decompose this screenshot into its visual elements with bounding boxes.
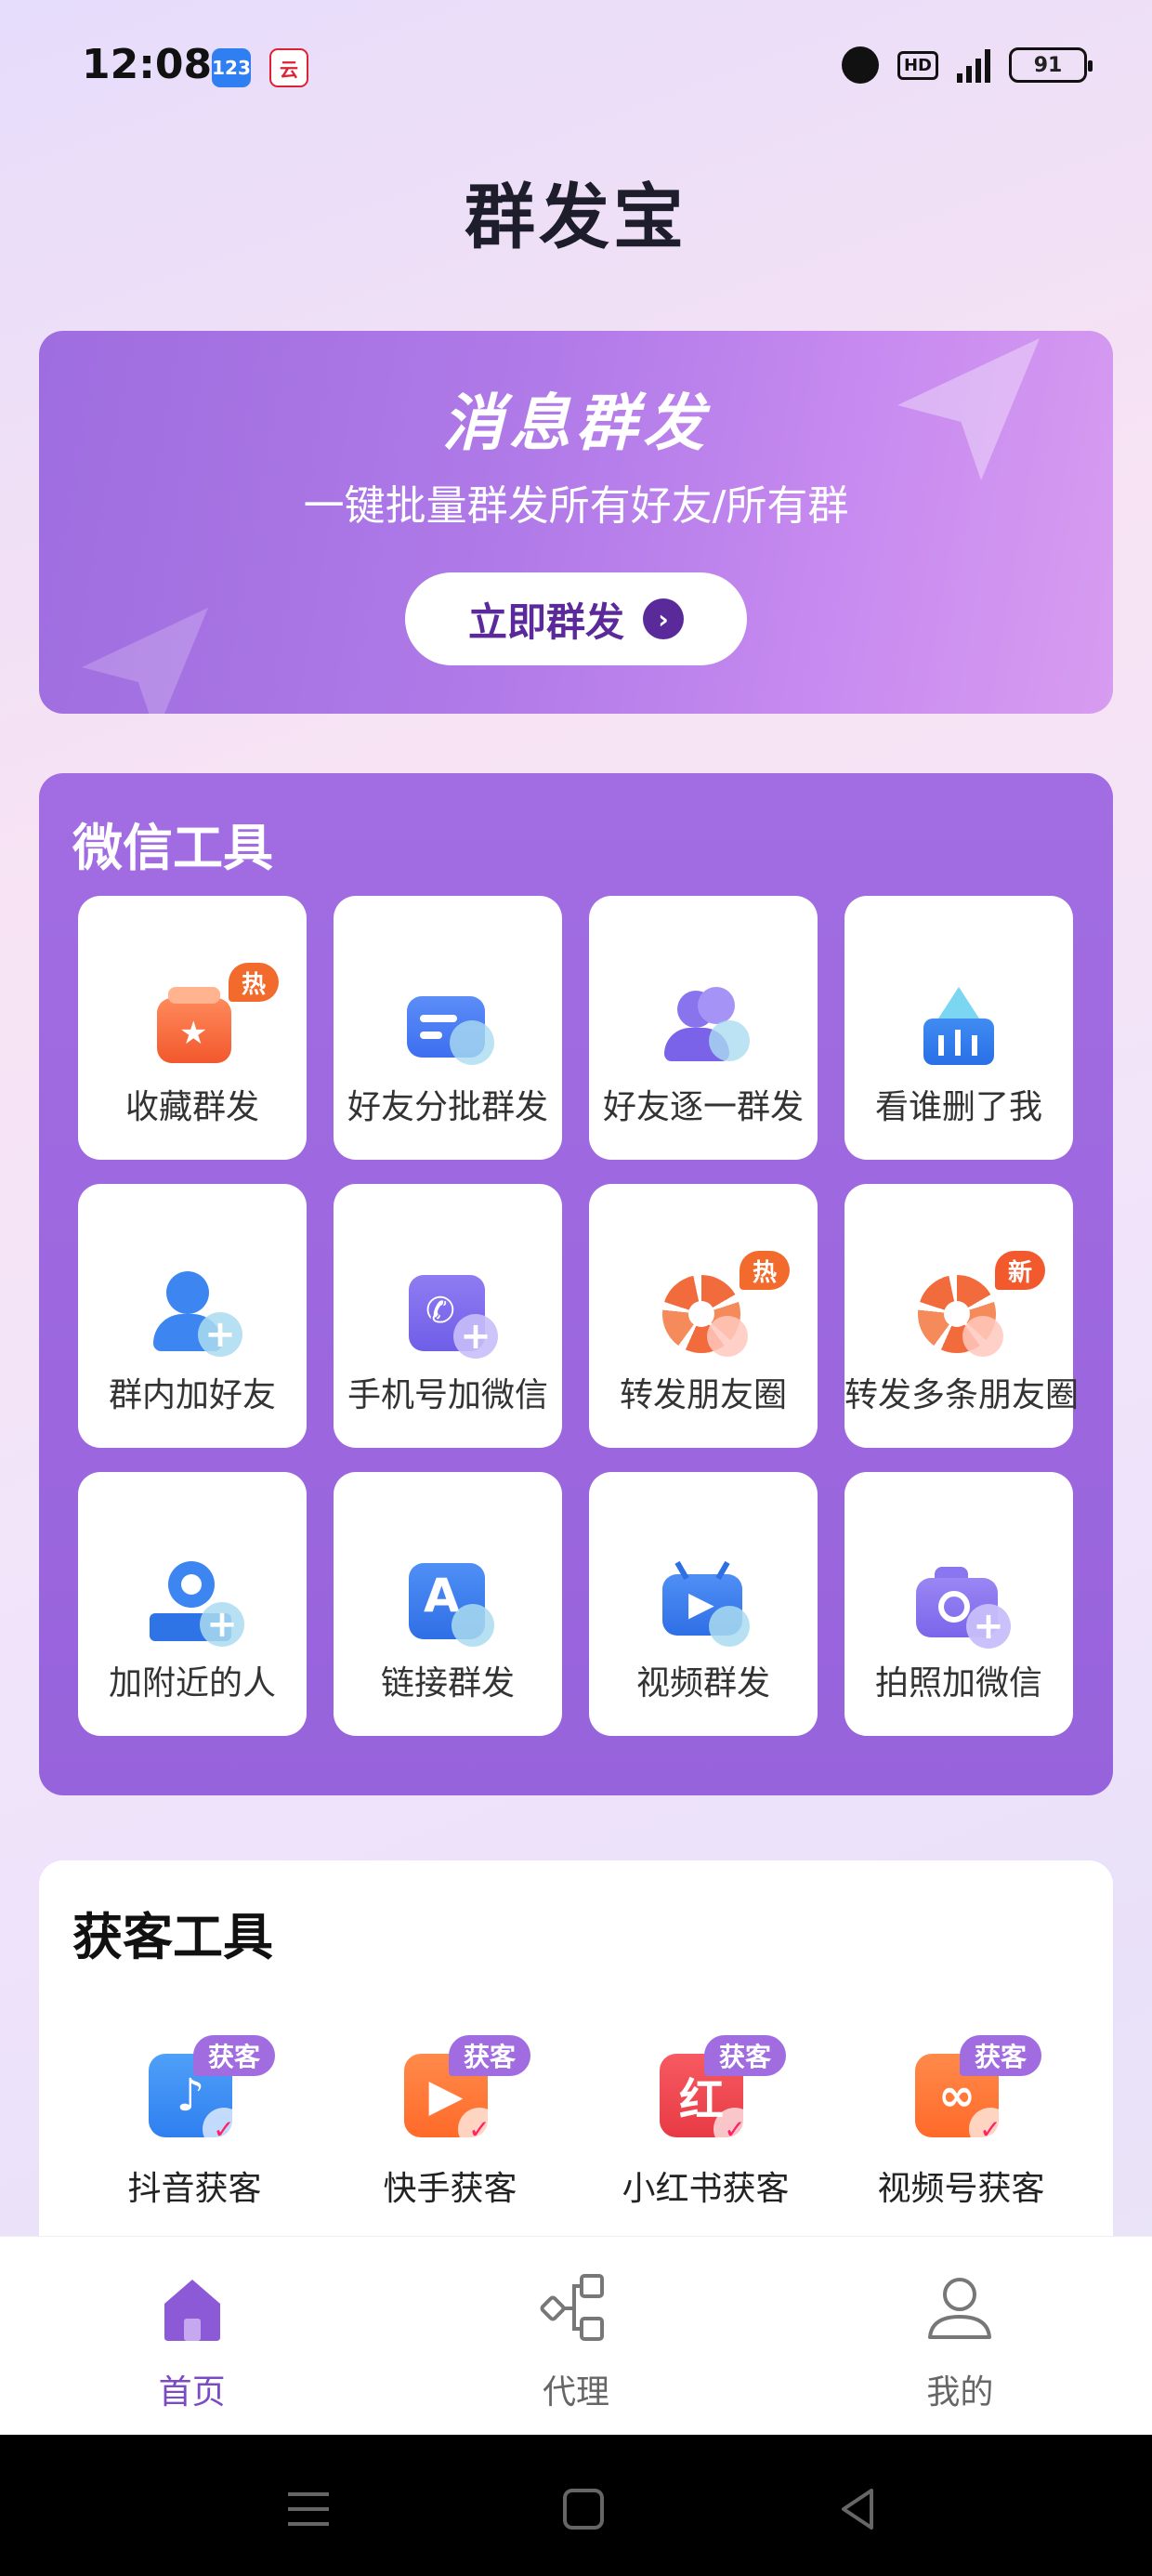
tool-label: 加附近的人	[108, 1664, 276, 1702]
badge-acquire: 获客	[704, 2035, 787, 2076]
check-icon: ✓	[458, 2108, 501, 2150]
cloud-app-icon: 云	[269, 48, 308, 87]
video-send-icon: ▶	[655, 1554, 752, 1650]
tool-link-broadcast[interactable]: A 链接群发	[334, 1472, 562, 1736]
nearby-add-icon: +	[144, 1554, 244, 1650]
tool-label: 好友逐一群发	[602, 1088, 804, 1126]
mass-message-banner[interactable]: 消息群发 一键批量群发所有好友/所有群 立即群发 ›	[39, 331, 1113, 714]
wechat-tools-grid: ★ 热 收藏群发 好友分批群发 好友逐一群发 看谁删了我 + 群内加好友 ✆ +…	[78, 896, 1080, 1736]
back-icon[interactable]	[831, 2481, 886, 2537]
alarm-icon	[841, 46, 879, 84]
paper-plane-decor-icon	[82, 608, 208, 714]
nav-label-profile: 我的	[926, 2373, 994, 2412]
section-title-acquire-tools: 获客工具	[72, 1908, 273, 1966]
camera-add-icon: +	[910, 1554, 1011, 1650]
moments-icon	[655, 1266, 752, 1362]
user-add-icon: +	[144, 1266, 242, 1362]
nav-label-home: 首页	[158, 2373, 226, 2412]
nav-profile[interactable]: 我的	[768, 2237, 1152, 2435]
badge-acquire: 获客	[193, 2035, 276, 2076]
agent-network-icon	[540, 2274, 604, 2341]
link-send-icon: A	[399, 1554, 496, 1650]
app-123-icon: 123	[212, 48, 251, 87]
tool-who-deleted-me[interactable]: 看谁删了我	[844, 896, 1073, 1160]
bottom-nav: 首页 代理 我的	[0, 2236, 1152, 2435]
page-title: 群发宝	[465, 176, 687, 258]
check-icon: ✓	[713, 2108, 756, 2150]
tool-photo-add-wechat[interactable]: + 拍照加微信	[844, 1472, 1073, 1736]
tool-label: 转发多条朋友圈	[844, 1376, 1080, 1414]
badge-acquire: 获客	[960, 2035, 1042, 2076]
hd-icon: HD	[897, 50, 938, 80]
badge-hot: 热	[228, 963, 279, 1002]
status-icons: HD 91	[841, 46, 1093, 84]
nav-agent[interactable]: 代理	[384, 2237, 767, 2435]
banner-title: 消息群发	[442, 388, 710, 459]
tool-kuaishou-acquire[interactable]: ▶ ✓ 获客 快手获客	[322, 2035, 578, 2210]
home-square-icon[interactable]	[556, 2481, 611, 2537]
signal-icon	[957, 47, 990, 83]
tool-label: 转发朋友圈	[619, 1376, 787, 1414]
tool-phone-add-wechat[interactable]: ✆ + 手机号加微信	[334, 1184, 562, 1448]
acquire-tools-panel: 获客工具 ♪ ✓ 获客 抖音获客 ▶ ✓ 获客 快手获客 红 ✓ 获客 小红书获…	[39, 1860, 1113, 2251]
tool-label: 抖音获客	[127, 2170, 262, 2208]
tool-label: 视频号获客	[877, 2170, 1045, 2208]
badge-new: 新	[994, 1251, 1045, 1290]
tool-label: 快手获客	[383, 2170, 517, 2208]
check-icon: ✓	[203, 2108, 245, 2150]
badge-acquire: 获客	[449, 2035, 531, 2076]
acquire-tools-row: ♪ ✓ 获客 抖音获客 ▶ ✓ 获客 快手获客 红 ✓ 获客 小红书获客 ∞ ✓…	[39, 2035, 1113, 2210]
users-send-icon	[655, 978, 752, 1074]
tool-label: 链接群发	[380, 1664, 515, 1702]
send-now-button[interactable]: 立即群发 ›	[405, 572, 747, 665]
broom-icon	[910, 978, 1007, 1074]
tool-xiaohongshu-acquire[interactable]: 红 ✓ 获客 小红书获客	[578, 2035, 833, 2210]
nav-label-agent: 代理	[542, 2373, 609, 2412]
favorites-box-icon: ★	[144, 978, 241, 1074]
tool-label: 视频群发	[635, 1664, 770, 1702]
wechat-tools-panel: 微信工具 ★ 热 收藏群发 好友分批群发 好友逐一群发 看谁删了我 + 群内加好…	[39, 773, 1113, 1795]
tool-label: 收藏群发	[124, 1088, 259, 1126]
badge-hot: 热	[739, 1251, 790, 1290]
tool-label: 拍照加微信	[874, 1664, 1042, 1702]
tool-label: 小红书获客	[622, 2170, 790, 2208]
battery-icon: 91	[1009, 47, 1093, 83]
status-time: 12:08	[82, 41, 213, 88]
card-send-icon	[399, 978, 496, 1074]
tool-video-broadcast[interactable]: ▶ 视频群发	[589, 1472, 818, 1736]
send-now-label: 立即群发	[467, 598, 624, 645]
status-bar: 12:08 123 云 HD 91	[0, 0, 1152, 139]
menu-icon[interactable]	[281, 2481, 336, 2537]
moments-multi-icon	[910, 1266, 1007, 1362]
profile-icon	[928, 2278, 992, 2339]
section-title-wechat-tools: 微信工具	[72, 819, 273, 877]
tool-add-group-members[interactable]: + 群内加好友	[78, 1184, 307, 1448]
tool-batch-friend-broadcast[interactable]: 好友分批群发	[334, 896, 562, 1160]
chevron-right-icon: ›	[643, 598, 684, 639]
tool-favorites-broadcast[interactable]: ★ 热 收藏群发	[78, 896, 307, 1160]
tool-forward-moments[interactable]: 热 转发朋友圈	[589, 1184, 818, 1448]
tool-label: 看谁删了我	[874, 1088, 1042, 1126]
tool-forward-multiple-moments[interactable]: 新 转发多条朋友圈	[844, 1184, 1080, 1448]
tool-one-by-one-broadcast[interactable]: 好友逐一群发	[589, 896, 818, 1160]
tool-label: 群内加好友	[108, 1376, 276, 1414]
home-icon	[164, 2280, 220, 2341]
tool-label: 手机号加微信	[347, 1376, 548, 1414]
check-icon: ✓	[969, 2108, 1012, 2150]
tool-douyin-acquire[interactable]: ♪ ✓ 获客 抖音获客	[67, 2035, 322, 2210]
system-nav-bar	[0, 2435, 1152, 2576]
tool-label: 好友分批群发	[347, 1088, 548, 1126]
phone-add-icon: ✆ +	[399, 1266, 498, 1362]
tool-channels-acquire[interactable]: ∞ ✓ 获客 视频号获客	[833, 2035, 1089, 2210]
tool-add-nearby[interactable]: + 加附近的人	[78, 1472, 307, 1736]
banner-subtitle: 一键批量群发所有好友/所有群	[303, 482, 849, 530]
nav-home[interactable]: 首页	[0, 2237, 384, 2435]
